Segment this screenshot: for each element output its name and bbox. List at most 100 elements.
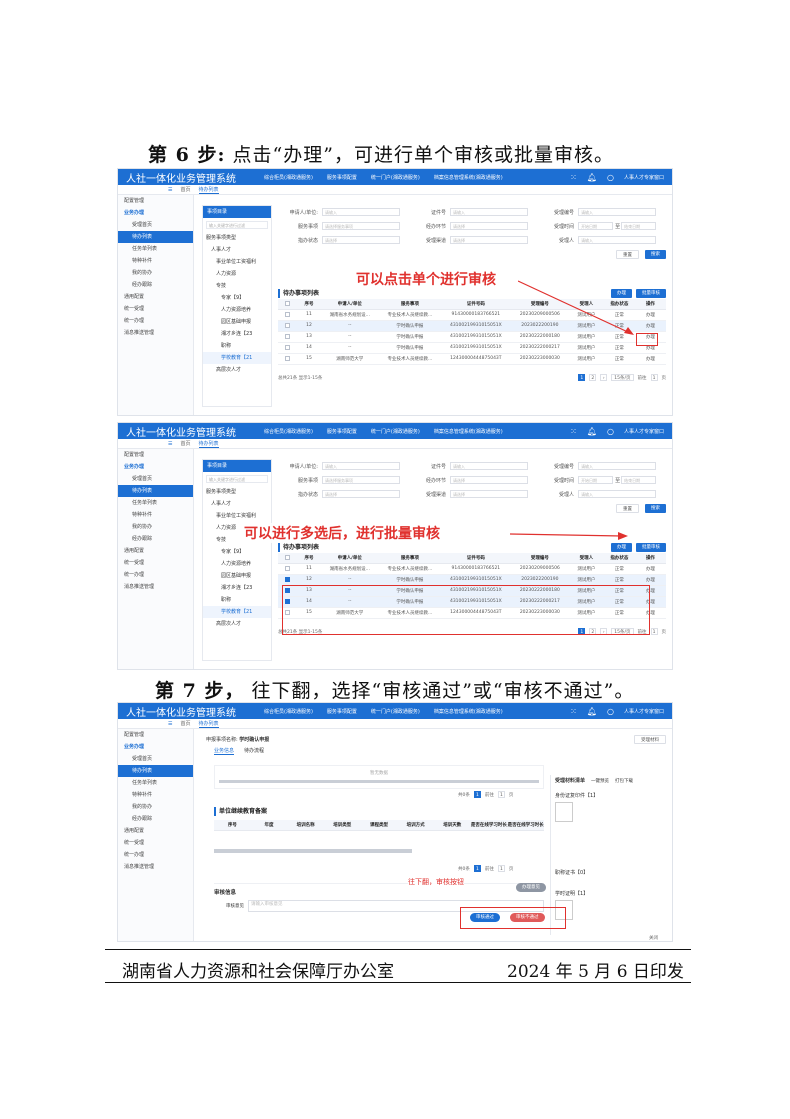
nav-link[interactable]: 综合柜员(湘政通服务) [264,708,313,715]
opinion-button[interactable]: 办理意见 [516,883,546,892]
tree-search-input[interactable]: 输入关键字进行过滤 [206,221,268,229]
grid-icon[interactable]: ⁙ [570,427,577,436]
service-select[interactable]: 请选择服务事项 [322,476,401,484]
tree-item[interactable]: 湘才乡连【23 [203,582,271,594]
h-scrollbar[interactable] [214,848,412,853]
sidebar-item-message[interactable]: 消息推送管理 [118,581,193,593]
handler-input[interactable]: 请输入 [578,236,657,244]
sidebar-item-supplement[interactable]: 特种补件 [118,255,193,267]
page-1-button[interactable]: 1 [473,791,481,798]
row-checkbox[interactable] [285,333,291,339]
sidebar-item-unified-accept[interactable]: 统一受理 [118,837,193,849]
sidebar-item-todo-list[interactable]: 待办列表 [118,485,193,497]
menu-icon[interactable]: ☰ [168,187,172,193]
guide-select[interactable]: 请选择 [322,236,401,244]
stage-select[interactable]: 请选择 [450,222,529,230]
menu-icon[interactable]: ☰ [168,721,172,727]
user-icon[interactable]: ○ [607,707,614,716]
tab-todo-list[interactable]: 待办列表 [198,440,219,448]
tab-business-info[interactable]: 业务信息 [214,747,235,755]
next-page-icon[interactable]: › [600,374,608,381]
tree-item[interactable]: 高层次人才 [203,364,271,376]
grid-icon[interactable]: ⁙ [570,173,577,182]
tab-home[interactable]: 首页 [180,440,190,447]
tree-item[interactable]: 高层次人才 [203,618,271,630]
user-menu[interactable]: 人事人才专家窗口 [624,708,664,715]
nav-link[interactable]: 统一门户(湘政通服务) [371,428,420,435]
tree-item[interactable]: 职称 [203,340,271,352]
sidebar-item-general-config[interactable]: 通用配置 [118,545,193,557]
applicant-input[interactable]: 请输入 [322,208,401,216]
row-handle-link[interactable]: 办理 [634,574,666,586]
applicant-input[interactable]: 请输入 [322,462,401,470]
sidebar-item-tracking[interactable]: 经办跟踪 [118,533,193,545]
bell-icon[interactable]: 🔔︎ [587,173,597,182]
sidebar-item-config[interactable]: 配置管理 [118,729,193,741]
guide-select[interactable]: 请选择 [322,490,401,498]
row-checkbox[interactable] [285,322,291,328]
bell-icon[interactable]: 🔔︎ [587,427,597,436]
sidebar-item-message[interactable]: 消息推送管理 [118,327,193,339]
sidebar-item-todo-list[interactable]: 待办列表 [118,765,193,777]
sidebar-item-business[interactable]: 业务办理 [118,741,193,753]
user-icon[interactable]: ○ [607,173,614,182]
page-1-button[interactable]: 1 [578,374,586,381]
image-thumbnail[interactable] [555,802,573,822]
menu-icon[interactable]: ☰ [168,441,172,447]
stage-select[interactable]: 请选择 [450,476,529,484]
row-checkbox[interactable] [285,344,291,350]
goto-input[interactable]: 1 [650,628,658,635]
goto-input[interactable]: 1 [497,791,505,798]
accept-no-input[interactable]: 请输入 [578,208,657,216]
tab-todo-list[interactable]: 待办列表 [198,186,219,194]
col-check[interactable] [278,553,298,564]
preview-all-link[interactable]: 一键预览 [591,778,609,784]
user-icon[interactable]: ○ [607,427,614,436]
channel-select[interactable]: 请选择 [450,490,529,498]
tree-item[interactable]: 职称 [203,594,271,606]
nav-link[interactable]: 服务事项配置 [327,428,357,435]
reset-button[interactable]: 重置 [616,249,639,259]
handle-button[interactable]: 办理 [611,542,632,552]
nav-link[interactable]: 综合柜员(湘政通服务) [264,174,313,181]
sidebar-item-unified-accept[interactable]: 统一受理 [118,303,193,315]
sidebar-item-general-config[interactable]: 通用配置 [118,825,193,837]
tree-item[interactable]: 专家【9】 [203,292,271,304]
material-item[interactable]: 职称证书【0】 [551,825,666,876]
user-menu[interactable]: 人事人才专家窗口 [624,174,664,181]
tree-item[interactable]: 专家【9】 [203,546,271,558]
accept-no-input[interactable]: 请输入 [578,462,657,470]
close-button[interactable]: 关闭 [649,935,658,941]
material-item[interactable]: 学时证明【1】 [551,876,666,897]
search-button[interactable]: 搜索 [645,503,666,513]
tree-item[interactable]: 人力资源 [203,268,271,280]
row-handle-link[interactable]: 办理 [634,320,666,332]
row-checkbox[interactable] [285,565,291,571]
service-select[interactable]: 请选择服务事项 [322,222,401,230]
search-button[interactable]: 搜索 [645,249,666,259]
goto-input[interactable]: 1 [650,374,658,381]
material-item[interactable]: 身份证复印件【1】 [551,786,666,799]
sidebar-item-task-list[interactable]: 任务单列表 [118,777,193,789]
row-handle-link[interactable]: 办理 [634,563,666,575]
tree-item[interactable]: 湘才乡连【23 [203,328,271,340]
tab-todo-list[interactable]: 待办列表 [198,720,219,728]
page-size-select[interactable]: 15条/页 [611,374,634,381]
nav-link[interactable]: 统一门户(湘政通服务) [371,708,420,715]
nav-link[interactable]: 档案信息管理系统(湘政通服务) [434,174,503,181]
tree-item[interactable]: 园区基础申报 [203,316,271,328]
user-menu[interactable]: 人事人才专家窗口 [624,428,664,435]
nav-link[interactable]: 服务事项配置 [327,174,357,181]
nav-link[interactable]: 档案信息管理系统(湘政通服务) [434,708,503,715]
sidebar-item-assist[interactable]: 我的协办 [118,521,193,533]
sidebar-item-unified-handle[interactable]: 统一办理 [118,849,193,861]
sidebar-item-assist[interactable]: 我的协办 [118,801,193,813]
cert-input[interactable]: 请输入 [450,462,529,470]
approve-button[interactable]: 审核通过 [470,913,500,922]
nav-link[interactable]: 综合柜员(湘政通服务) [264,428,313,435]
sidebar-item-config[interactable]: 配置管理 [118,195,193,207]
nav-link[interactable]: 统一门户(湘政通服务) [371,174,420,181]
row-checkbox[interactable] [285,576,291,582]
grid-icon[interactable]: ⁙ [570,707,577,716]
table-row[interactable]: 14 -- 学时确认申报 43100219931015051X 20230222… [278,342,666,354]
